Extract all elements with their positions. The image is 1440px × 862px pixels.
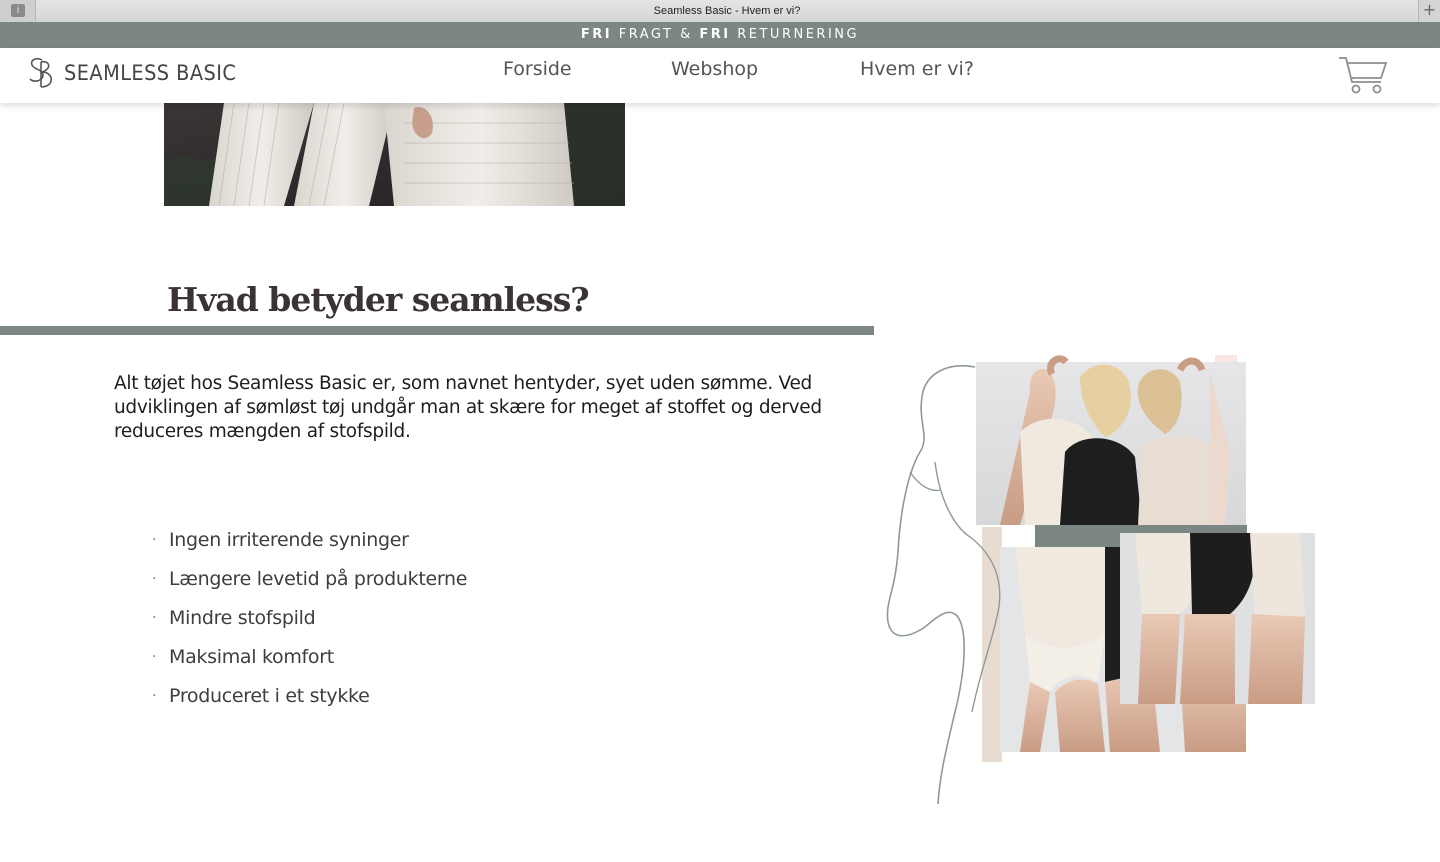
section-divider: [0, 326, 874, 335]
bullet-dot-icon: ·: [152, 688, 157, 704]
section-title: Hvad betyder seamless?: [167, 280, 590, 319]
site-header: SEAMLESS BASIC Forside Webshop Hvem er v…: [0, 48, 1440, 103]
nav-link-webshop[interactable]: Webshop: [671, 58, 758, 80]
benefit-text: Produceret i et stykke: [169, 685, 370, 707]
bullet-dot-icon: ·: [152, 649, 157, 665]
promo-word-free-2: FRI: [699, 27, 731, 42]
browser-tab-bar: i Seamless Basic - Hvem er vi? +: [0, 0, 1440, 22]
sidebar-toggle-button[interactable]: i: [0, 0, 36, 22]
benefit-text: Ingen irriterende syninger: [169, 529, 409, 551]
promo-word-free-1: FRI: [580, 27, 613, 42]
browser-tab-title[interactable]: Seamless Basic - Hvem er vi?: [36, 0, 1418, 22]
list-item: · Ingen irriterende syninger: [152, 527, 467, 566]
hero-photo-drawing: [164, 103, 625, 206]
benefit-text: Mindre stofspild: [169, 607, 316, 629]
benefit-text: Maksimal komfort: [169, 646, 334, 668]
list-item: · Mindre stofspild: [152, 605, 467, 644]
benefits-list: · Ingen irriterende syninger · Længere lev…: [152, 527, 467, 722]
promo-text-shipping: FRAGT &: [612, 27, 700, 42]
shopping-cart-icon[interactable]: [1337, 54, 1389, 96]
collage-photo-bottom-right: [1120, 533, 1315, 704]
intro-paragraph: Alt tøjet hos Seamless Basic er, som nav…: [114, 373, 822, 442]
info-icon: i: [11, 4, 25, 17]
benefit-text: Længere levetid på produkterne: [169, 568, 468, 590]
promo-banner: FRI FRAGT & FRI RETURNERING: [0, 22, 1440, 48]
nav-link-forside[interactable]: Forside: [503, 58, 572, 80]
collage-photo-top: [976, 355, 1246, 525]
promo-text-returns: RETURNERING: [730, 27, 860, 42]
bullet-dot-icon: ·: [152, 610, 157, 626]
hero-photo: [164, 103, 625, 206]
body-line-art: [886, 365, 976, 805]
body-line-art-3: [909, 471, 941, 492]
nav-link-hvem-er-vi[interactable]: Hvem er vi?: [860, 58, 974, 80]
product-collage: [886, 355, 1315, 805]
new-tab-button[interactable]: +: [1418, 0, 1440, 22]
list-item: · Produceret i et stykke: [152, 683, 467, 722]
list-item: · Maksimal komfort: [152, 644, 467, 683]
bullet-dot-icon: ·: [152, 571, 157, 587]
main-nav: Forside Webshop Hvem er vi?: [0, 58, 1440, 84]
bullet-dot-icon: ·: [152, 532, 157, 548]
list-item: · Længere levetid på produkterne: [152, 566, 467, 605]
